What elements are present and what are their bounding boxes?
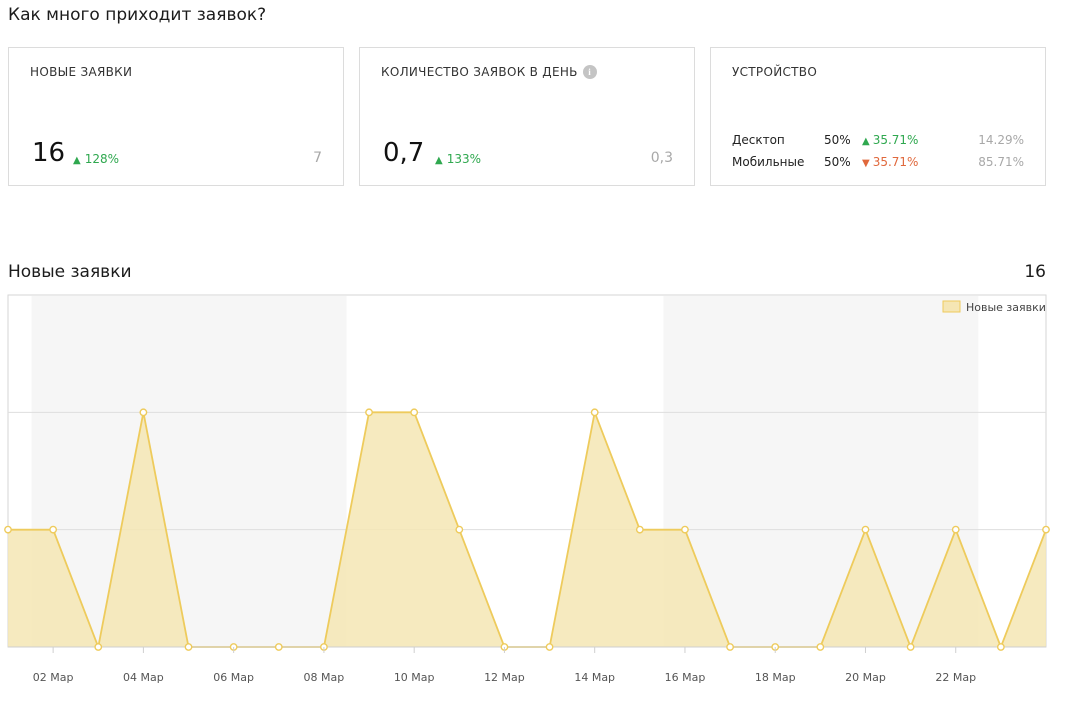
device-name: Десктоп (732, 133, 785, 147)
device-share: 50% (824, 133, 851, 147)
device-trend: ▼ 35.71% (862, 155, 918, 169)
x-tick-label: 08 Мар (304, 671, 345, 684)
new-requests-chart: 02 Мар 04 Мар 06 Мар 08 Мар 10 Мар 12 Мар 14 М… (4, 294, 1050, 684)
data-point (184, 643, 193, 651)
x-tick-label: 18 Мар (755, 671, 796, 684)
requests-per-day-trend-value: 133% (446, 152, 482, 166)
arrow-up-icon: ▲ (862, 136, 870, 147)
device-share: 50% (824, 155, 851, 169)
info-icon[interactable]: i (582, 65, 597, 79)
requests-per-day-value: 0,7 (383, 138, 425, 168)
device-trend: ▲ 35.71% (862, 133, 918, 147)
x-tick-label: 16 Мар (665, 671, 706, 684)
data-point (274, 643, 283, 651)
arrow-up-icon: ▲ (73, 155, 81, 166)
devices-label: УСТРОЙСТВО (732, 65, 818, 79)
page-title: Как много приходит заявок? (8, 5, 267, 25)
new-requests-trend-value: 128% (84, 152, 120, 166)
data-point (635, 525, 644, 534)
requests-per-day-label-wrap: КОЛИЧЕСТВО ЗАЯВОК В ДЕНЬ i (381, 65, 597, 79)
device-row-mobile: Мобильные 50% ▼ 35.71% 85.71% (732, 155, 1032, 171)
x-tick-label: 06 Мар (213, 671, 254, 684)
data-point (906, 643, 915, 651)
data-point (49, 525, 58, 534)
x-tick-label: 14 Мар (574, 671, 615, 684)
new-requests-label: НОВЫЕ ЗАЯВКИ (30, 65, 133, 79)
device-previous: 85.71% (978, 155, 1024, 169)
data-point (410, 408, 419, 417)
device-row-desktop: Десктоп 50% ▲ 35.71% 14.29% (732, 133, 1032, 149)
data-point (139, 408, 148, 417)
devices-card: УСТРОЙСТВО Десктоп 50% ▲ 35.71% 14.29% Мо… (710, 47, 1046, 186)
new-requests-previous: 7 (313, 150, 322, 166)
data-point (681, 525, 689, 534)
data-point (545, 643, 554, 651)
x-tick-label: 10 Мар (394, 671, 435, 684)
data-point (726, 643, 734, 651)
data-point (996, 643, 1005, 651)
chart-section-total: 16 (1024, 262, 1046, 282)
data-point (861, 525, 870, 534)
arrow-down-icon: ▼ (862, 158, 870, 169)
new-requests-trend: ▲ 128% (73, 152, 119, 166)
data-point (1042, 525, 1050, 534)
device-previous: 14.29% (978, 133, 1024, 147)
data-point (365, 408, 373, 417)
device-name: Мобильные (732, 155, 805, 169)
x-tick-label: 12 Мар (484, 671, 525, 684)
requests-per-day-trend: ▲ 133% (435, 152, 481, 166)
x-tick-label: 22 Мар (935, 671, 976, 684)
legend-label: Новые заявки (966, 301, 1046, 314)
new-requests-value: 16 (32, 138, 66, 168)
legend-swatch (942, 300, 961, 313)
data-point (94, 643, 103, 651)
data-point (455, 525, 464, 534)
requests-per-day-previous: 0,3 (650, 150, 673, 166)
requests-per-day-label: КОЛИЧЕСТВО ЗАЯВОК В ДЕНЬ (381, 65, 578, 79)
x-tick-label: 20 Мар (845, 671, 886, 684)
device-trend-value: 35.71% (872, 133, 919, 147)
data-point (590, 408, 599, 417)
new-requests-card: НОВЫЕ ЗАЯВКИ 16 ▲ 128% 7 (8, 47, 344, 186)
data-point (816, 643, 825, 651)
x-tick-label: 04 Мар (123, 671, 164, 684)
arrow-up-icon: ▲ (435, 155, 443, 166)
data-point (4, 525, 12, 534)
device-trend-value: 35.71% (872, 155, 919, 169)
x-tick-label: 02 Мар (33, 671, 74, 684)
requests-per-day-card: КОЛИЧЕСТВО ЗАЯВОК В ДЕНЬ i 0,7 ▲ 133% 0,3 (359, 47, 695, 186)
data-point (951, 525, 960, 534)
chart-section-title: Новые заявки (8, 262, 132, 282)
